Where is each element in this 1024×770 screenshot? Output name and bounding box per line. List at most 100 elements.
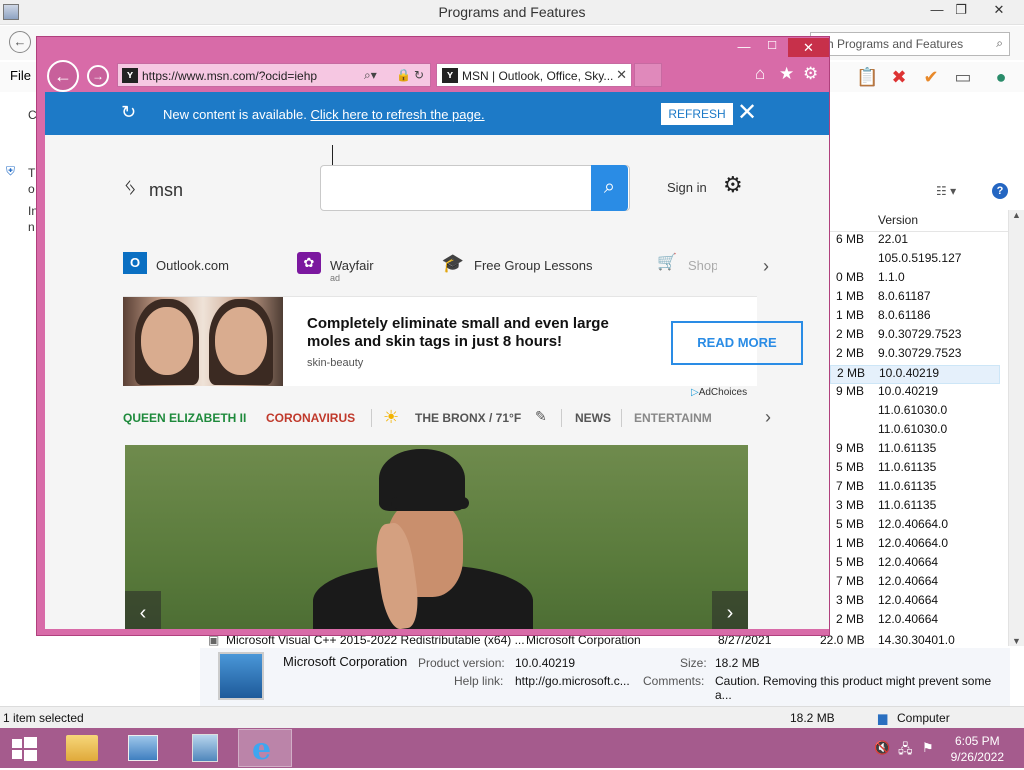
clipboard-icon[interactable]: 📋 <box>856 66 878 88</box>
table-row[interactable]: 5 MB 12.0.40664.0 <box>830 517 1000 536</box>
window-icon[interactable]: ▭ <box>952 66 974 88</box>
settings-gear-icon[interactable]: ⚙ <box>723 172 743 198</box>
table-row[interactable]: 105.0.5195.127 <box>830 251 1000 270</box>
refresh-link[interactable]: Click here to refresh the page. <box>310 107 484 122</box>
restore-button[interactable]: ❐ <box>948 2 974 18</box>
table-row[interactable]: 2 MB 10.0.40219 <box>830 365 1000 384</box>
edit-pencil-icon[interactable]: ✎ <box>535 408 547 425</box>
quick-link-shop[interactable]: 🛒 Shop <box>655 252 717 282</box>
hero-image[interactable]: ‹ › <box>125 445 748 629</box>
ad-image-face <box>141 307 193 375</box>
topic-coronavirus[interactable]: CORONAVIRUS <box>266 411 355 425</box>
chevron-right-icon[interactable]: › <box>763 256 769 277</box>
topic-news[interactable]: NEWS <box>575 411 611 425</box>
table-row[interactable]: 9 MB 11.0.61135 <box>830 441 1000 460</box>
action-center-icon[interactable]: ⚑ <box>922 740 934 756</box>
table-row[interactable]: 2 MB 9.0.30729.7523 <box>830 346 1000 365</box>
details-help-link[interactable]: http://go.microsoft.c... <box>515 674 630 688</box>
hero-prev-arrow-icon[interactable]: ‹ <box>125 591 161 629</box>
table-row[interactable]: 2 MB 12.0.40664 <box>830 612 1000 631</box>
table-row[interactable]: 1 MB 12.0.40664.0 <box>830 536 1000 555</box>
table-row[interactable]: 5 MB 11.0.61135 <box>830 460 1000 479</box>
scroll-down-icon[interactable]: ▼ <box>1012 636 1021 646</box>
tools-gear-icon[interactable]: ⚙ <box>803 64 818 84</box>
column-version[interactable]: Version <box>878 213 918 227</box>
search-icon[interactable]: ⌕ <box>996 36 1003 51</box>
home-icon[interactable]: ⌂ <box>755 64 765 84</box>
ie-close-button[interactable]: ✕ <box>788 38 829 57</box>
file-explorer-button[interactable] <box>56 729 110 767</box>
delete-x-icon[interactable]: ✖ <box>888 66 910 88</box>
pf-search-input[interactable]: rch Programs and Features ⌕ <box>810 32 1010 56</box>
table-row[interactable]: 3 MB 12.0.40664 <box>830 593 1000 612</box>
taskbar: e 🔇 🖧 ⚑ 6:05 PM 9/26/2022 <box>0 728 1024 768</box>
ad-headline[interactable]: Completely eliminate small and even larg… <box>307 315 647 351</box>
table-row[interactable]: 5 MB 12.0.40664 <box>830 555 1000 574</box>
sign-in-link[interactable]: Sign in <box>667 180 707 195</box>
topic-queen-elizabeth[interactable]: QUEEN ELIZABETH II <box>123 411 246 425</box>
table-row[interactable]: 11.0.61030.0 <box>830 422 1000 441</box>
row-version: 9.0.30729.7523 <box>878 327 962 341</box>
topic-weather[interactable]: THE BRONX / 71°F <box>415 411 521 425</box>
address-bar[interactable]: ʏ https://www.msn.com/?ocid=iehp ⌕▾ 🔒 ↻ <box>117 63 431 87</box>
start-button[interactable] <box>0 729 48 767</box>
minimize-button[interactable]: — <box>924 2 950 17</box>
msn-search-button[interactable]: ⌕ <box>591 165 628 211</box>
table-row[interactable]: 11.0.61030.0 <box>830 403 1000 422</box>
hero-next-arrow-icon[interactable]: › <box>712 591 748 629</box>
control-panel-button[interactable] <box>178 729 232 767</box>
tab-close-icon[interactable]: ✕ <box>616 67 627 83</box>
left-pane-text[interactable]: T <box>28 166 35 180</box>
read-more-button[interactable]: READ MORE <box>671 321 803 365</box>
clock[interactable]: 6:05 PM 9/26/2022 <box>951 733 1004 765</box>
topic-entertainment[interactable]: ENTERTAINM <box>634 411 718 425</box>
menu-file[interactable]: File <box>10 68 31 83</box>
table-row[interactable]: 1 MB 8.0.61186 <box>830 308 1000 327</box>
globe-icon[interactable]: ● <box>990 66 1012 88</box>
row-size: 9 MB <box>835 441 864 455</box>
lock-icon[interactable]: 🔒 <box>396 68 411 82</box>
table-row[interactable]: 1 MB 8.0.61187 <box>830 289 1000 308</box>
ie-maximize-button[interactable]: ☐ <box>765 39 779 52</box>
table-row[interactable]: 6 MB 22.01 <box>830 232 1000 251</box>
chevron-right-icon[interactable]: › <box>765 407 771 428</box>
help-icon[interactable]: ? <box>992 183 1008 199</box>
new-tab-button[interactable] <box>634 63 662 87</box>
checkmark-icon[interactable]: ✔ <box>920 66 942 88</box>
network-icon[interactable]: 🖧 <box>898 740 913 762</box>
table-row[interactable]: 2 MB 9.0.30729.7523 <box>830 327 1000 346</box>
back-arrow-icon[interactable]: ← <box>9 31 31 53</box>
table-row[interactable]: 0 MB 1.1.0 <box>830 270 1000 289</box>
shield-icon: ⛨ <box>6 164 16 178</box>
ad-banner[interactable]: Completely eliminate small and even larg… <box>123 296 803 386</box>
server-manager-button[interactable] <box>116 729 170 767</box>
ad-image[interactable] <box>123 297 283 386</box>
scroll-up-icon[interactable]: ▲ <box>1012 210 1021 220</box>
msn-search-input[interactable] <box>320 165 630 211</box>
refresh-icon[interactable]: ↻ <box>414 68 424 82</box>
tab-msn[interactable]: ʏ MSN | Outlook, Office, Sky... ✕ <box>436 63 632 87</box>
ie-forward-arrow-icon[interactable]: → <box>87 65 109 87</box>
pf-scrollbar[interactable]: ▲ ▼ <box>1008 210 1024 646</box>
program-version: 14.30.30401.0 <box>878 633 955 647</box>
left-pane-text[interactable]: n <box>28 220 35 234</box>
notification-close-icon[interactable]: ✕ <box>737 98 757 127</box>
internet-explorer-button[interactable]: e <box>238 729 292 767</box>
search-dropdown-icon[interactable]: ⌕▾ <box>364 68 377 83</box>
table-row[interactable]: 9 MB 10.0.40219 <box>830 384 1000 403</box>
favorites-star-icon[interactable]: ★ <box>779 64 794 84</box>
view-options-icon[interactable]: ☷ ▾ <box>936 184 956 198</box>
table-row[interactable]: 3 MB 11.0.61135 <box>830 498 1000 517</box>
adchoices-link[interactable]: ▷AdChoices <box>691 387 747 398</box>
ie-back-arrow-icon[interactable]: ← <box>47 60 79 92</box>
close-button[interactable]: ✕ <box>984 2 1014 18</box>
volume-muted-icon[interactable]: 🔇 <box>874 740 890 756</box>
refresh-button[interactable]: REFRESH <box>661 103 733 125</box>
address-url[interactable]: https://www.msn.com/?ocid=iehp <box>142 69 317 83</box>
details-size: 18.2 MB <box>715 656 760 670</box>
table-row[interactable]: 7 MB 12.0.40664 <box>830 574 1000 593</box>
row-size: 1 MB <box>835 289 864 303</box>
table-row[interactable]: 7 MB 11.0.61135 <box>830 479 1000 498</box>
ie-minimize-button[interactable]: — <box>737 39 751 54</box>
left-pane-text[interactable]: o <box>28 182 35 196</box>
